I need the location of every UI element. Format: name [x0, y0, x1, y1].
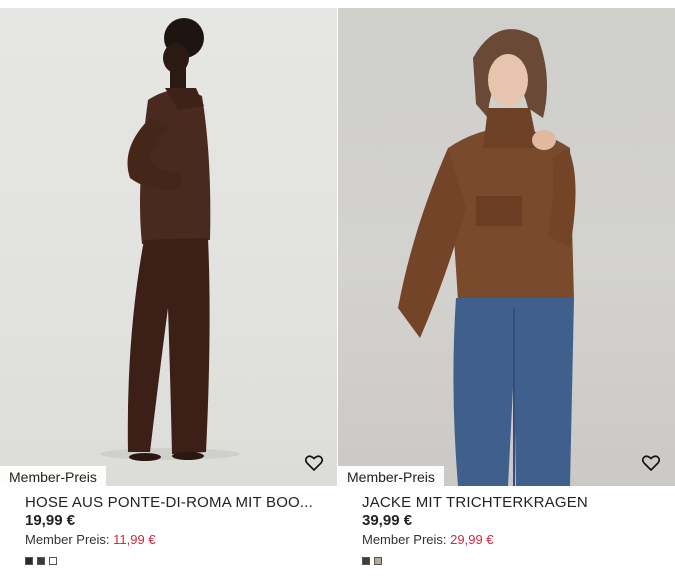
- color-swatch[interactable]: [374, 557, 382, 565]
- product-card-jacket[interactable]: Member-Preis JACKE MIT TRICHTERKRAGEN 39…: [338, 0, 675, 583]
- member-price-value: 29,99 €: [450, 532, 494, 547]
- model-photo-trousers: [100, 18, 240, 461]
- model-photo-jacket: [398, 29, 576, 486]
- product-price: 19,99 €: [25, 512, 76, 529]
- color-swatch[interactable]: [25, 557, 33, 565]
- product-grid: Member-Preis HOSE AUS PONTE-DI-ROMA MIT …: [0, 0, 675, 583]
- color-swatches: [25, 557, 57, 565]
- product-price: 39,99 €: [362, 512, 413, 529]
- product-title[interactable]: HOSE AUS PONTE-DI-ROMA MIT BOO...: [25, 494, 313, 511]
- heart-outline-icon: [305, 455, 323, 471]
- product-title[interactable]: JACKE MIT TRICHTERKRAGEN: [362, 494, 588, 511]
- color-swatch[interactable]: [37, 557, 45, 565]
- product-image-trousers[interactable]: [0, 8, 337, 486]
- member-price-line: Member Preis: 29,99 €: [362, 532, 494, 547]
- color-swatches: [362, 557, 382, 565]
- member-price-label: Member Preis:: [362, 532, 447, 547]
- favorite-button[interactable]: [303, 452, 325, 474]
- product-image-jacket[interactable]: [338, 8, 675, 486]
- color-swatch[interactable]: [362, 557, 370, 565]
- member-price-value: 11,99 €: [113, 532, 156, 547]
- heart-outline-icon: [642, 455, 660, 471]
- member-price-label: Member Preis:: [25, 532, 110, 547]
- member-price-badge: Member-Preis: [338, 466, 444, 488]
- member-price-badge: Member-Preis: [0, 466, 106, 488]
- color-swatch[interactable]: [49, 557, 57, 565]
- member-price-line: Member Preis: 11,99 €: [25, 532, 156, 547]
- favorite-button[interactable]: [640, 452, 662, 474]
- product-card-trousers[interactable]: Member-Preis HOSE AUS PONTE-DI-ROMA MIT …: [0, 0, 337, 583]
